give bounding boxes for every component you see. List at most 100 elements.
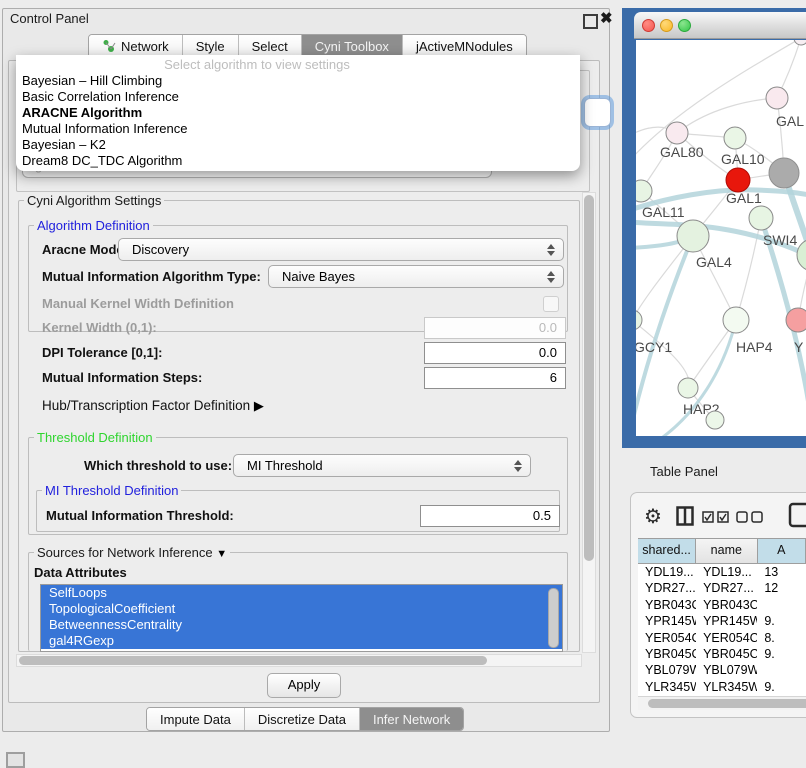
table-cell: 9. (757, 679, 806, 695)
network-node[interactable] (794, 40, 806, 45)
table-cell: YBR045C (696, 646, 757, 662)
network-node-gal[interactable] (766, 87, 788, 109)
table-cell: YBR043C (696, 597, 757, 613)
zoom-window-icon[interactable] (678, 19, 691, 32)
apply-button[interactable]: Apply (267, 673, 341, 698)
network-graph[interactable]: GALGAL80GAL10GAL1GAL11SWI4GAL4GCY1HAP4YH… (636, 40, 806, 436)
mi-steps-field[interactable]: 6 (424, 367, 566, 389)
tab-jactivemnodules[interactable]: jActiveMNodules (402, 35, 526, 57)
table-row[interactable]: YER054CYER054C8. (638, 630, 806, 646)
table-panel-title: Table Panel (650, 464, 718, 479)
data-attribute-item[interactable]: TopologicalCoefficient (41, 601, 562, 617)
algorithm-option[interactable]: ARACNE Algorithm (16, 105, 580, 121)
column-header[interactable]: A (758, 539, 806, 563)
hub-definition-expander[interactable]: Hub/Transcription Factor Definition ▶ (42, 398, 264, 414)
data-attribute-item[interactable]: SelfLoops (41, 585, 562, 601)
network-window-titlebar[interactable] (634, 12, 806, 39)
control-panel-title: Control Panel (10, 11, 89, 26)
table-cell: YBR045C (638, 646, 696, 662)
network-node[interactable] (797, 239, 806, 271)
tab-style[interactable]: Style (182, 35, 238, 57)
network-node-hap4[interactable] (723, 307, 749, 333)
kernel-width-label: Kernel Width (0,1): (42, 320, 157, 335)
network-node-gal1[interactable] (769, 158, 799, 188)
select-all-checks-icon[interactable] (702, 511, 730, 523)
table-partial-icon[interactable] (788, 502, 806, 528)
expander-right-icon: ▶ (254, 398, 264, 413)
algorithm-option[interactable]: Basic Correlation Inference (16, 89, 580, 105)
table-row[interactable]: YPR145WYPR145W9. (638, 613, 806, 629)
table-cell: YER054C (696, 630, 757, 646)
which-threshold-value: MI Threshold (247, 458, 323, 473)
expander-down-icon: ▼ (216, 548, 227, 560)
column-header[interactable]: shared... (638, 539, 696, 563)
tab-discretize-data[interactable]: Discretize Data (244, 708, 359, 730)
aracne-mode-value: Discovery (132, 242, 189, 257)
column-header[interactable]: name (696, 539, 757, 563)
node-label: GAL10 (721, 151, 765, 167)
mi-threshold-group-title: MI Threshold Definition (42, 483, 181, 498)
network-node-gal4[interactable] (677, 220, 709, 252)
algorithm-option[interactable]: Bayesian – Hill Climbing (16, 73, 580, 89)
table-horizontal-scrollbar-thumb[interactable] (648, 699, 806, 708)
which-threshold-combobox[interactable]: MI Threshold (233, 454, 531, 477)
dpi-tolerance-field[interactable]: 0.0 (424, 342, 566, 364)
algorithm-option[interactable]: Mutual Information Inference (16, 121, 580, 137)
settings-horizontal-scrollbar-thumb[interactable] (19, 656, 487, 665)
minimize-window-icon[interactable] (660, 19, 673, 32)
algorithm-combobox-focused-fragment[interactable] (584, 98, 611, 127)
network-node[interactable] (726, 168, 750, 192)
algorithm-option[interactable]: Bayesian – K2 (16, 137, 580, 153)
tab-select[interactable]: Select (238, 35, 301, 57)
node-table: shared...nameA YDL19...YDL19...13YDR27..… (638, 538, 806, 697)
data-attribute-item[interactable]: gal4RGexp (41, 633, 562, 649)
table-cell (757, 662, 806, 678)
network-node-hap2[interactable] (678, 378, 698, 398)
table-cell: YDL19... (638, 564, 696, 580)
sources-group-header[interactable]: Sources for Network Inference ▼ (34, 545, 230, 560)
float-window-icon[interactable] (583, 14, 598, 29)
network-node-gal10[interactable] (724, 127, 746, 149)
close-window-icon[interactable] (642, 19, 655, 32)
algorithm-option[interactable]: Dream8 DC_TDC Algorithm (16, 153, 580, 169)
node-label: GAL (776, 113, 804, 129)
data-attribute-item[interactable]: BetweennessCentrality (41, 617, 562, 633)
table-cell (757, 597, 806, 613)
settings-vertical-scrollbar[interactable] (582, 192, 596, 653)
settings-horizontal-scrollbar[interactable] (16, 654, 582, 667)
minimized-panel-icon[interactable] (6, 752, 25, 768)
table-horizontal-scrollbar[interactable] (638, 696, 806, 710)
deselect-boxes-icon[interactable] (736, 511, 764, 523)
network-canvas[interactable]: GALGAL80GAL10GAL1GAL11SWI4GAL4GCY1HAP4YH… (636, 40, 806, 436)
tab-infer-network[interactable]: Infer Network (359, 708, 463, 730)
table-row[interactable]: YBR043CYBR043C (638, 597, 806, 613)
kernel-width-field[interactable]: 0.0 (424, 317, 566, 339)
close-panel-icon[interactable]: ✖ (600, 9, 613, 27)
aracne-mode-combobox[interactable]: Discovery (118, 238, 564, 261)
network-node-swi4[interactable] (749, 206, 773, 230)
settings-vertical-scrollbar-thumb[interactable] (584, 195, 594, 561)
network-node-y[interactable] (786, 308, 806, 332)
list-scrollbar-thumb[interactable] (548, 588, 559, 648)
tab-cyni-toolbox[interactable]: Cyni Toolbox (301, 35, 402, 57)
table-row[interactable]: YDR27...YDR27...12 (638, 580, 806, 596)
table-row[interactable]: YBR045CYBR045C9. (638, 646, 806, 662)
table-row[interactable]: YLR345WYLR345W9. (638, 679, 806, 695)
manual-kernel-width-checkbox[interactable] (543, 296, 559, 312)
mi-algorithm-type-combobox[interactable]: Naive Bayes (268, 265, 564, 288)
cyni-algorithm-settings-title: Cyni Algorithm Settings (24, 193, 164, 208)
network-node-gal80[interactable] (666, 122, 688, 144)
table-row[interactable]: YBL079WYBL079W (638, 662, 806, 678)
gear-icon[interactable]: ⚙ (644, 504, 662, 529)
table-cell: YBR043C (638, 597, 696, 613)
table-row[interactable]: YDL19...YDL19...13 (638, 564, 806, 580)
network-node[interactable] (706, 411, 724, 429)
table-cell: YLR345W (696, 679, 757, 695)
tab-network[interactable]: Network (89, 35, 182, 57)
table-cell: YDL19... (696, 564, 757, 580)
split-columns-icon[interactable] (676, 506, 694, 526)
combo-spinner-icon (546, 244, 554, 256)
node-label: HAP4 (736, 339, 773, 355)
tab-impute-data[interactable]: Impute Data (147, 708, 244, 730)
mi-threshold-field[interactable]: 0.5 (420, 505, 560, 527)
